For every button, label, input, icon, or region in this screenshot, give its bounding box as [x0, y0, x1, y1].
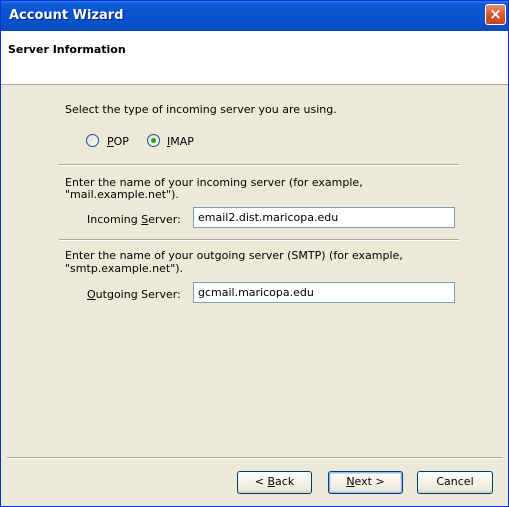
back-button[interactable]: < Back: [237, 471, 312, 494]
server-type-prompt: Select the type of incoming server you a…: [65, 103, 337, 116]
pop-radio[interactable]: [86, 134, 99, 147]
outgoing-instructions-line2: "smtp.example.net").: [65, 262, 184, 275]
section-divider-middle: [59, 239, 459, 241]
page-title: Server Information: [8, 43, 126, 56]
account-wizard-window: Account Wizard × Server Information Sele…: [0, 0, 509, 507]
pop-radio-label[interactable]: POP: [107, 135, 129, 148]
imap-radio-label[interactable]: IMAP: [167, 135, 194, 148]
outgoing-instructions-line1: Enter the name of your outgoing server (…: [65, 249, 403, 262]
section-divider-top: [59, 164, 459, 166]
title-bar[interactable]: Account Wizard ×: [1, 1, 508, 31]
outgoing-server-label: Outgoing Server:: [87, 288, 181, 301]
incoming-instructions-line2: "mail.example.net").: [65, 188, 179, 201]
outgoing-server-input[interactable]: gcmail.maricopa.edu: [193, 282, 455, 303]
window-title: Account Wizard: [9, 8, 124, 23]
incoming-server-label: Incoming Server:: [87, 213, 181, 226]
next-button[interactable]: Next >: [328, 471, 403, 494]
imap-radio[interactable]: [147, 134, 160, 147]
cancel-button[interactable]: Cancel: [417, 471, 493, 494]
wizard-header: Server Information: [1, 31, 508, 85]
close-icon[interactable]: ×: [485, 4, 506, 25]
incoming-server-input[interactable]: email2.dist.maricopa.edu: [193, 207, 455, 228]
button-area-divider: [7, 457, 503, 459]
